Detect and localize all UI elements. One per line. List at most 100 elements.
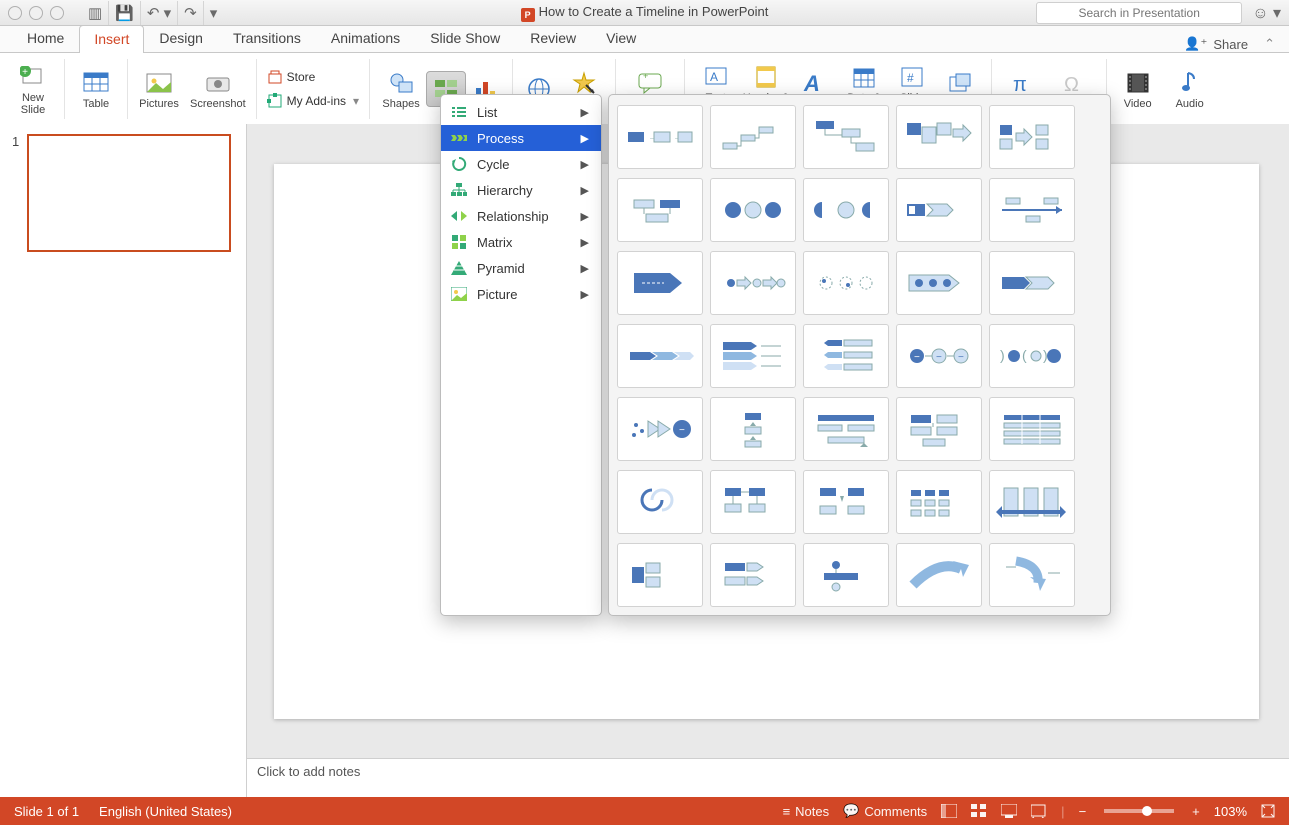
shapes-button[interactable]: Shapes — [380, 68, 422, 111]
smartart-process-tile[interactable] — [617, 543, 703, 607]
table-button[interactable]: Table — [67, 53, 125, 125]
smartart-process-tile[interactable] — [896, 470, 982, 534]
svg-text:Ω: Ω — [1064, 74, 1079, 95]
svg-text:−: − — [914, 352, 920, 363]
smartart-process-tile[interactable] — [617, 324, 703, 388]
zoom-in-button[interactable]: + — [1192, 804, 1200, 819]
powerpoint-icon: P — [521, 8, 535, 22]
store-button[interactable]: Store — [267, 67, 316, 87]
qat-layout-icon[interactable]: ▥ — [82, 1, 109, 25]
new-slide-button[interactable]: + New Slide — [4, 53, 62, 125]
smartart-cat-list[interactable]: List▶ — [441, 99, 601, 125]
smartart-process-tile[interactable] — [710, 178, 796, 242]
smartart-process-tile[interactable] — [896, 251, 982, 315]
slide-thumbnail-panel: 1 — [0, 124, 247, 797]
smartart-cat-matrix[interactable]: Matrix▶ — [441, 229, 601, 255]
view-reading-icon[interactable] — [1001, 804, 1017, 818]
smartart-cat-cycle[interactable]: Cycle▶ — [441, 151, 601, 177]
redo-icon[interactable]: ↷ — [178, 1, 204, 25]
view-normal-icon[interactable] — [941, 804, 957, 818]
search-input[interactable] — [1036, 2, 1242, 24]
language-indicator[interactable]: English (United States) — [99, 804, 232, 819]
smartart-process-tile[interactable] — [617, 470, 703, 534]
minimize-window-icon[interactable] — [29, 6, 43, 20]
smartart-process-tile[interactable] — [803, 324, 889, 388]
pictures-button[interactable]: Pictures — [138, 68, 180, 111]
tab-slide-show[interactable]: Slide Show — [415, 24, 515, 52]
smartart-process-tile[interactable] — [710, 324, 796, 388]
slide-thumbnail-1[interactable]: 1 — [12, 134, 234, 252]
smartart-cat-process[interactable]: Process▶ — [441, 125, 601, 151]
share-person-icon: 👤⁺ — [1184, 36, 1207, 52]
smartart-process-tile[interactable] — [989, 470, 1075, 534]
smartart-process-tile[interactable]: →→ — [617, 105, 703, 169]
smartart-process-tile[interactable]: − — [617, 397, 703, 461]
smartart-gallery-scroll[interactable]: →→−−−)()−+= — [617, 105, 1102, 615]
smartart-gallery: →→−−−)()−+= — [608, 94, 1111, 616]
smartart-process-tile[interactable] — [710, 543, 796, 607]
smartart-process-tile[interactable] — [803, 178, 889, 242]
smartart-process-tile[interactable] — [989, 251, 1075, 315]
smartart-process-tile[interactable] — [617, 178, 703, 242]
collapse-ribbon-icon[interactable]: ⌃ — [1264, 36, 1275, 52]
smartart-process-tile[interactable] — [989, 397, 1075, 461]
view-sorter-icon[interactable] — [971, 804, 987, 818]
smartart-process-tile[interactable] — [803, 251, 889, 315]
tab-view[interactable]: View — [591, 24, 651, 52]
tab-animations[interactable]: Animations — [316, 24, 415, 52]
audio-button[interactable]: Audio — [1169, 68, 1211, 111]
smartart-process-tile[interactable]: −−− — [896, 324, 982, 388]
svg-text:(: ( — [1022, 347, 1027, 363]
smartart-cat-relationship[interactable]: Relationship▶ — [441, 203, 601, 229]
smartart-process-tile[interactable] — [896, 543, 982, 607]
smartart-process-tile[interactable] — [617, 251, 703, 315]
smartart-cat-hierarchy[interactable]: Hierarchy▶ — [441, 177, 601, 203]
notes-toggle[interactable]: ≡ Notes — [783, 804, 830, 819]
smartart-process-tile[interactable] — [803, 470, 889, 534]
smartart-cat-pyramid[interactable]: Pyramid▶ — [441, 255, 601, 281]
smartart-process-tile[interactable] — [803, 397, 889, 461]
screenshot-button[interactable]: Screenshot — [190, 68, 246, 111]
smartart-process-tile[interactable] — [989, 105, 1075, 169]
tab-design[interactable]: Design — [144, 24, 218, 52]
smartart-process-tile[interactable] — [803, 105, 889, 169]
notes-pane[interactable]: Click to add notes — [247, 758, 1289, 797]
tab-transitions[interactable]: Transitions — [218, 24, 316, 52]
zoom-out-button[interactable]: − — [1079, 804, 1087, 819]
view-slideshow-icon[interactable] — [1031, 804, 1047, 818]
smartart-process-tile[interactable] — [896, 178, 982, 242]
share-button[interactable]: Share — [1213, 37, 1248, 52]
smartart-process-tile[interactable] — [710, 470, 796, 534]
smartart-cat-picture[interactable]: Picture▶ — [441, 281, 601, 307]
feedback-icon[interactable]: ☺ ▾ — [1252, 3, 1281, 23]
status-bar: Slide 1 of 1 English (United States) ≡ N… — [0, 797, 1289, 825]
fit-to-window-icon[interactable] — [1261, 804, 1275, 818]
smartart-process-tile[interactable] — [710, 105, 796, 169]
smartart-process-tile[interactable] — [710, 251, 796, 315]
tab-home[interactable]: Home — [12, 24, 79, 52]
smartart-process-tile[interactable] — [803, 543, 889, 607]
smartart-process-tile[interactable] — [989, 178, 1075, 242]
svg-text:#: # — [907, 71, 914, 85]
smartart-process-tile[interactable] — [896, 105, 982, 169]
smartart-process-tile[interactable] — [710, 397, 796, 461]
zoom-level[interactable]: 103% — [1214, 804, 1247, 819]
smartart-process-tile[interactable]: )() — [989, 324, 1075, 388]
svg-text:−: − — [958, 352, 964, 363]
smartart-process-tile[interactable] — [989, 543, 1075, 607]
tab-insert[interactable]: Insert — [79, 25, 144, 53]
save-icon[interactable]: 💾 — [109, 1, 141, 25]
svg-text:+: + — [643, 72, 648, 81]
video-button[interactable]: Video — [1117, 68, 1159, 111]
zoom-slider[interactable] — [1104, 809, 1174, 813]
quick-access-toolbar: ▥ 💾 ↶ ▾ ↷ ▾ — [82, 1, 223, 25]
smartart-process-tile[interactable] — [896, 397, 982, 461]
zoom-window-icon[interactable] — [50, 6, 64, 20]
undo-icon[interactable]: ↶ ▾ — [141, 1, 178, 25]
slide-thumbnail-preview — [27, 134, 231, 252]
qat-dropdown-icon[interactable]: ▾ — [204, 1, 224, 25]
my-addins-button[interactable]: My Add-ins▾ — [267, 91, 359, 111]
comments-toggle[interactable]: 💬 Comments — [843, 803, 927, 819]
tab-review[interactable]: Review — [515, 24, 591, 52]
close-window-icon[interactable] — [8, 6, 22, 20]
